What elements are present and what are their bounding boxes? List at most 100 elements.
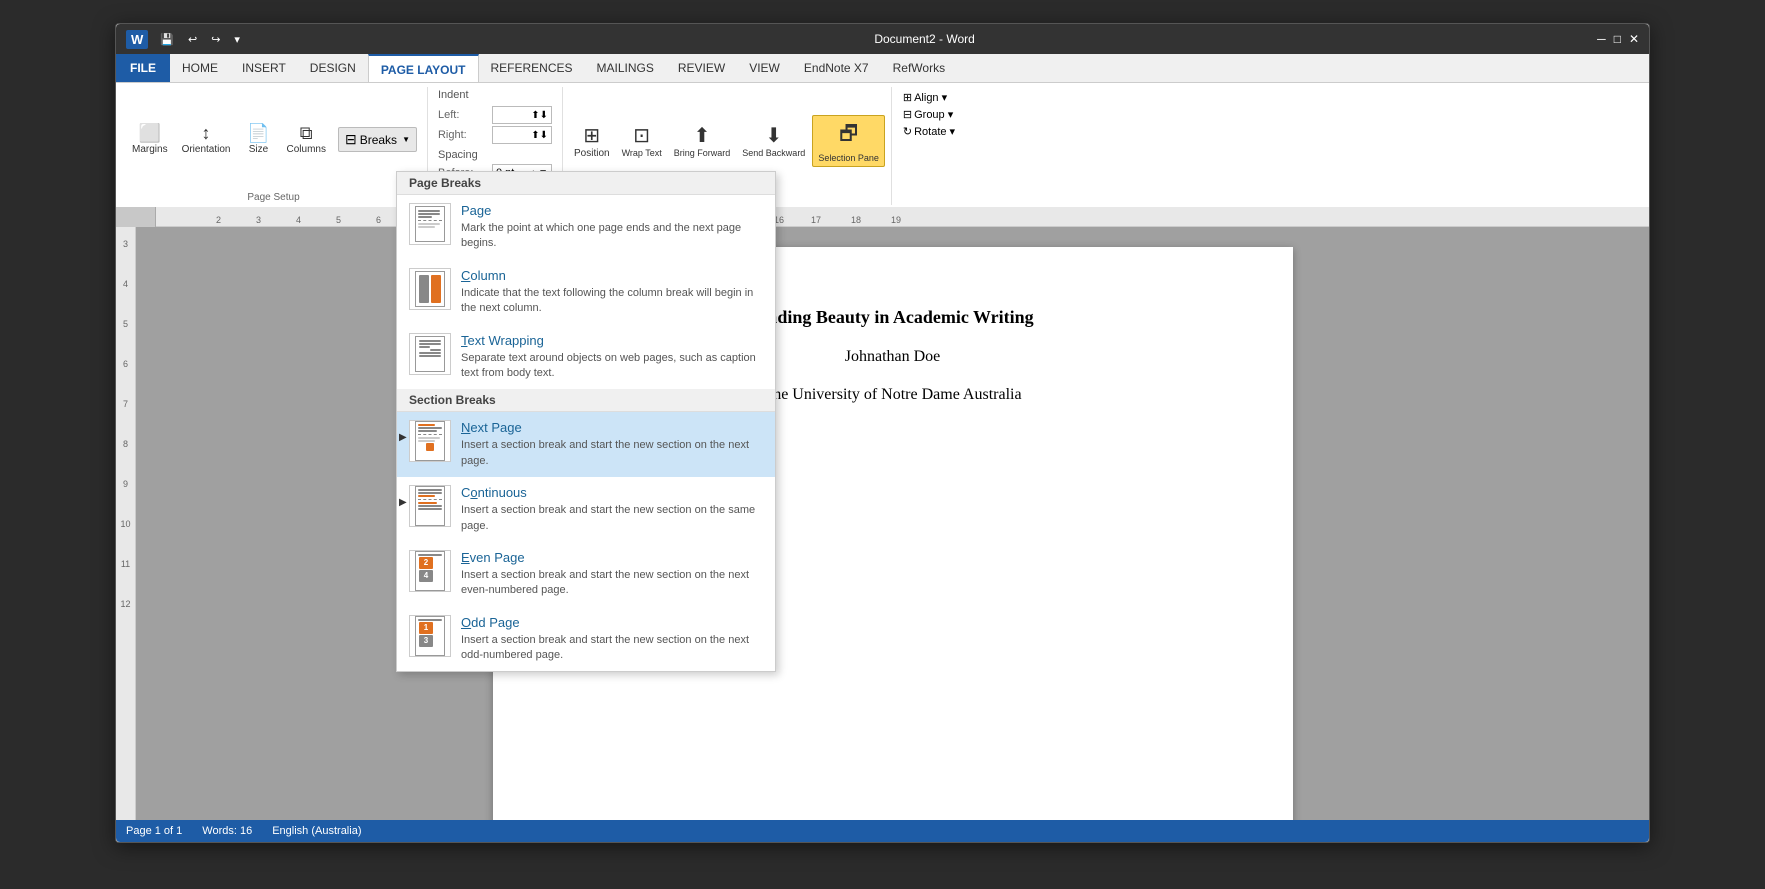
- breaks-chevron: ▼: [402, 135, 410, 144]
- indent-left-input[interactable]: ⬆⬇: [492, 106, 552, 124]
- spacing-label: Spacing: [438, 149, 552, 161]
- vruler-6: 6: [116, 357, 135, 397]
- dropdown-item-text-wrapping[interactable]: Text Wrapping Separate text around objec…: [397, 325, 775, 390]
- word-count: Words: 16: [202, 825, 252, 837]
- ribbon-tabs: FILE HOME INSERT DESIGN PAGE LAYOUT REFE…: [116, 54, 1649, 82]
- indent-left-row: Left: ⬆⬇: [438, 106, 552, 124]
- group-button[interactable]: ⊟ Group ▾: [900, 107, 958, 122]
- dropdown-item-column[interactable]: Column Indicate that the text following …: [397, 260, 775, 325]
- size-button[interactable]: 📄 Size: [239, 121, 279, 158]
- document-area[interactable]: Finding Beauty in Academic Writing Johna…: [136, 227, 1649, 820]
- redo-button[interactable]: ↪: [207, 31, 224, 48]
- send-backward-icon: ⬇: [765, 123, 782, 148]
- tab-refworks[interactable]: RefWorks: [881, 54, 957, 82]
- close-button[interactable]: ✕: [1629, 32, 1639, 46]
- page-setup-label: Page Setup: [247, 190, 299, 203]
- even-page-title: Even Page: [461, 550, 763, 565]
- vruler-10: 10: [116, 517, 135, 557]
- dropdown-item-next-page[interactable]: ▶ Next Page: [397, 412, 775, 477]
- page-break-desc: Mark the point at which one page ends an…: [461, 221, 763, 252]
- continuous-arrow-indicator: ▶: [409, 485, 451, 527]
- tab-design[interactable]: DESIGN: [298, 54, 368, 82]
- next-page-icon: [409, 420, 451, 462]
- margins-icon: ⬜: [139, 124, 161, 142]
- minimize-button[interactable]: ─: [1597, 32, 1606, 46]
- selection-pane-button[interactable]: 🗗 Selection Pane: [812, 115, 885, 167]
- column-break-title: Column: [461, 268, 763, 283]
- odd-page-desc: Insert a section break and start the new…: [461, 633, 763, 664]
- indent-left-spinner: ⬆⬇: [531, 110, 548, 121]
- section-breaks-header: Section Breaks: [397, 389, 775, 412]
- even-page-desc: Insert a section break and start the new…: [461, 568, 763, 599]
- vertical-ruler: 3 4 5 6 7 8 9 10 11 12: [116, 227, 136, 820]
- column-break-text: Column Indicate that the text following …: [461, 268, 763, 317]
- dropdown-item-even-page[interactable]: 2 4 Even Page Insert a section break and…: [397, 542, 775, 607]
- maximize-button[interactable]: □: [1614, 32, 1621, 46]
- position-button[interactable]: ⊞ Position: [569, 120, 615, 162]
- vruler-11: 11: [116, 557, 135, 597]
- page-count: Page 1 of 1: [126, 825, 182, 837]
- ruler-corner: [116, 207, 156, 227]
- tab-mailings[interactable]: MAILINGS: [585, 54, 666, 82]
- horizontal-ruler: 2 3 4 5 6 7 8 9 10 11 12 13 14 15 16 17 …: [116, 207, 1649, 227]
- tab-endnote[interactable]: EndNote X7: [792, 54, 881, 82]
- undo-button[interactable]: ↩: [184, 31, 201, 48]
- breaks-dropdown: Page Breaks Page Mark the point at whi: [396, 171, 776, 672]
- columns-button[interactable]: ⧉ Columns: [281, 121, 332, 158]
- ribbon-group-page-setup: ⬜ Margins ↕ Orientation 📄 Size ⧉ Columns: [120, 87, 428, 205]
- columns-icon: ⧉: [300, 124, 313, 142]
- document-institution: The University of Notre Dame Australia: [763, 386, 1021, 404]
- tab-page-layout[interactable]: PAGE LAYOUT: [368, 54, 479, 83]
- margins-button[interactable]: ⬜ Margins: [126, 121, 174, 158]
- align-button[interactable]: ⊞ Align ▾: [900, 90, 958, 105]
- orientation-button[interactable]: ↕ Orientation: [176, 121, 237, 158]
- tab-review[interactable]: REVIEW: [666, 54, 737, 82]
- wrap-text-button[interactable]: ⊡ Wrap Text: [617, 120, 667, 161]
- vruler-7: 7: [116, 397, 135, 437]
- wrap-text-icon: ⊡: [633, 123, 650, 148]
- language: English (Australia): [272, 825, 361, 837]
- ruler-6: 6: [376, 215, 381, 225]
- text-wrapping-text: Text Wrapping Separate text around objec…: [461, 333, 763, 382]
- tab-references[interactable]: REFERENCES: [479, 54, 585, 82]
- breaks-group: ⊟ Breaks ▼: [334, 124, 421, 155]
- breaks-button[interactable]: ⊟ Breaks ▼: [338, 127, 417, 152]
- page-setup-buttons: ⬜ Margins ↕ Orientation 📄 Size ⧉ Columns: [126, 89, 421, 190]
- tab-insert[interactable]: INSERT: [230, 54, 298, 82]
- ruler-19: 19: [891, 215, 901, 225]
- dropdown-item-page[interactable]: Page Mark the point at which one page en…: [397, 195, 775, 260]
- more-button[interactable]: ▾: [230, 31, 244, 48]
- indent-right-input[interactable]: ⬆⬇: [492, 126, 552, 144]
- dropdown-item-odd-page[interactable]: 1 3 Odd Page Insert a section break and …: [397, 607, 775, 672]
- indent-label: Indent: [438, 89, 552, 101]
- ruler-2: 2: [216, 215, 221, 225]
- align-icon: ⊞: [903, 91, 912, 104]
- indent-right-row: Right: ⬆⬇: [438, 126, 552, 144]
- odd-page-text: Odd Page Insert a section break and star…: [461, 615, 763, 664]
- status-bar: Page 1 of 1 Words: 16 English (Australia…: [116, 820, 1649, 842]
- tab-file[interactable]: FILE: [116, 54, 170, 82]
- quick-access-toolbar: 💾 ↩ ↪ ▾: [148, 25, 252, 53]
- text-wrapping-icon: [409, 333, 451, 375]
- ruler-5: 5: [336, 215, 341, 225]
- orientation-icon: ↕: [202, 124, 211, 142]
- selection-pane-icon: 🗗: [839, 119, 858, 153]
- rotate-icon: ↻: [903, 125, 912, 138]
- size-icon: 📄: [247, 124, 269, 142]
- vruler-8: 8: [116, 437, 135, 477]
- dropdown-item-continuous[interactable]: ▶ Continuous: [397, 477, 775, 542]
- ruler-numbers: 2 3 4 5 6 7 8 9 10 11 12 13 14 15 16 17 …: [156, 207, 1609, 227]
- ruler-3: 3: [256, 215, 261, 225]
- tab-view[interactable]: VIEW: [737, 54, 792, 82]
- group-icon: ⊟: [903, 108, 912, 121]
- save-button[interactable]: 💾: [156, 31, 178, 48]
- indent-left-label: Left:: [438, 109, 488, 121]
- bring-forward-button[interactable]: ⬆ Bring Forward: [669, 120, 736, 161]
- vruler-5: 5: [116, 317, 135, 357]
- odd-page-icon: 1 3: [409, 615, 451, 657]
- main-area: 3 4 5 6 7 8 9 10 11 12 Finding Beauty in…: [116, 227, 1649, 820]
- window-title: Document2 - Word: [252, 32, 1597, 46]
- send-backward-button[interactable]: ⬇ Send Backward: [737, 120, 810, 161]
- tab-home[interactable]: HOME: [170, 54, 230, 82]
- rotate-button[interactable]: ↻ Rotate ▾: [900, 124, 958, 139]
